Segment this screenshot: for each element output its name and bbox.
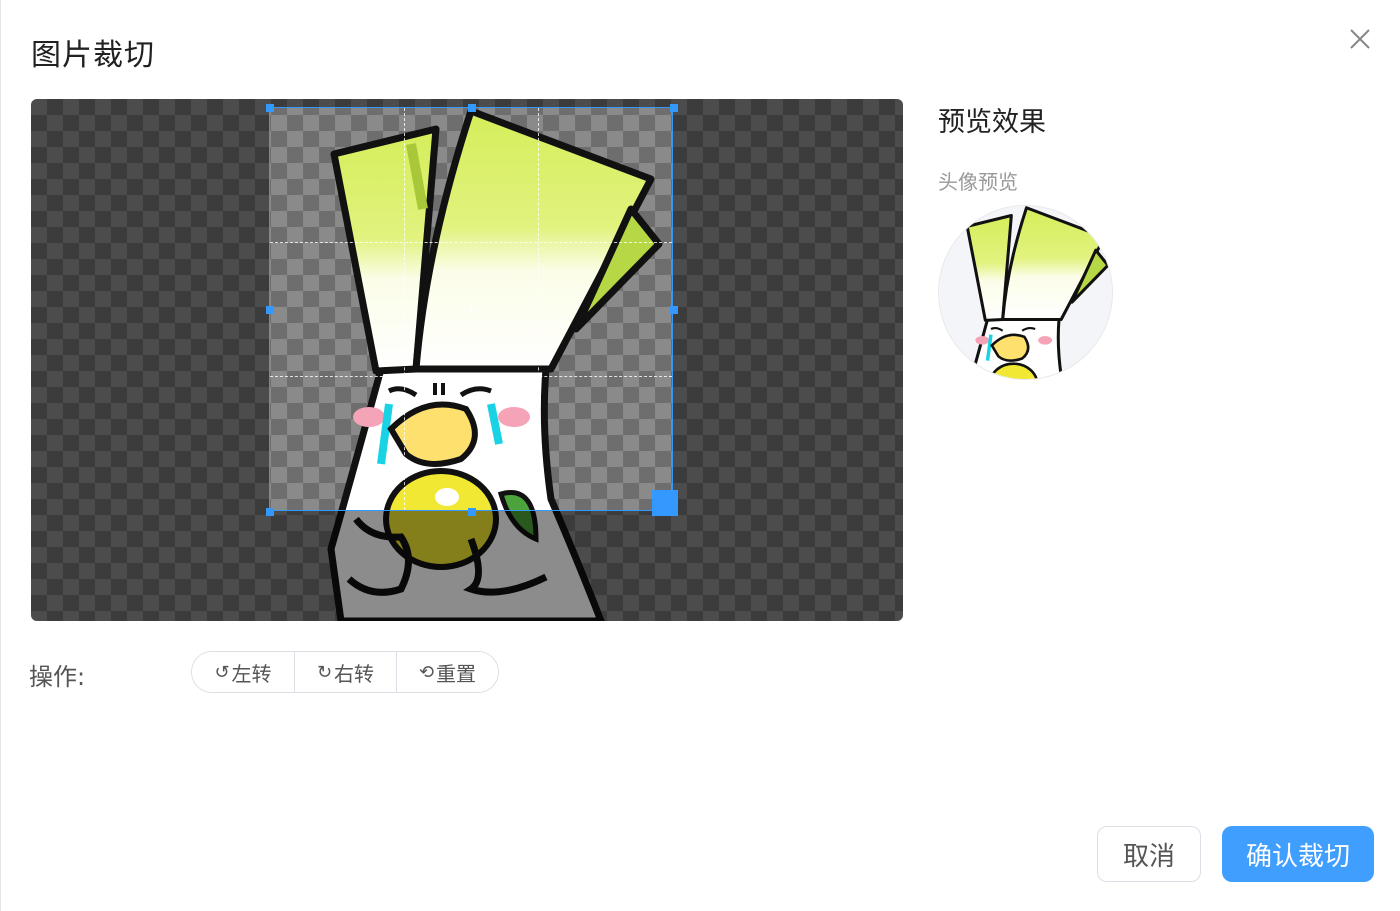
operations-button-group: ↺ 左转 ↻ 右转 ⟲ 重置 [191, 651, 499, 693]
crop-center-icon [466, 304, 478, 316]
avatar-preview-label: 头像预览 [938, 170, 1018, 194]
reset-label: 重置 [436, 661, 477, 686]
crop-guide-line [404, 108, 405, 510]
operations-label: 操作: [29, 663, 86, 691]
crop-handle-top[interactable] [468, 104, 476, 112]
confirm-crop-button[interactable]: 确认裁切 [1222, 826, 1374, 882]
rotate-left-button[interactable]: ↺ 左转 [192, 652, 294, 692]
crop-handle-top-right[interactable] [670, 104, 678, 112]
crop-stage[interactable] [31, 99, 903, 621]
close-icon[interactable] [1347, 26, 1373, 52]
dialog-title: 图片裁切 [31, 38, 155, 73]
rotate-left-icon: ↺ [214, 661, 230, 683]
crop-guide-line [270, 242, 672, 243]
rotate-right-icon: ↻ [316, 661, 333, 683]
rotate-right-button[interactable]: ↻ 右转 [294, 652, 396, 692]
crop-handle-right[interactable] [670, 306, 678, 314]
crop-handle-bottom-left[interactable] [266, 508, 274, 516]
crop-handle-left[interactable] [266, 306, 274, 314]
refresh-icon: ⟲ [418, 661, 435, 683]
rotate-right-label: 右转 [334, 661, 375, 686]
crop-guide-line [538, 108, 539, 510]
crop-dialog: 图片裁切 预览效果 头像预览 操作: ↺ 左转 ↻ 右转 ⟲ 重置 取消 确认裁… [0, 0, 1400, 911]
crop-box[interactable] [266, 104, 678, 516]
cancel-button[interactable]: 取消 [1097, 826, 1201, 882]
rotate-left-label: 左转 [231, 661, 272, 686]
crop-handle-top-left[interactable] [266, 104, 274, 112]
avatar-preview-image [939, 206, 1112, 379]
crop-handle-bottom-right[interactable] [652, 490, 678, 516]
avatar-preview [938, 205, 1113, 380]
crop-guide-line [270, 376, 672, 377]
reset-button[interactable]: ⟲ 重置 [396, 652, 498, 692]
crop-handle-bottom[interactable] [468, 508, 476, 516]
preview-title: 预览效果 [938, 107, 1046, 138]
